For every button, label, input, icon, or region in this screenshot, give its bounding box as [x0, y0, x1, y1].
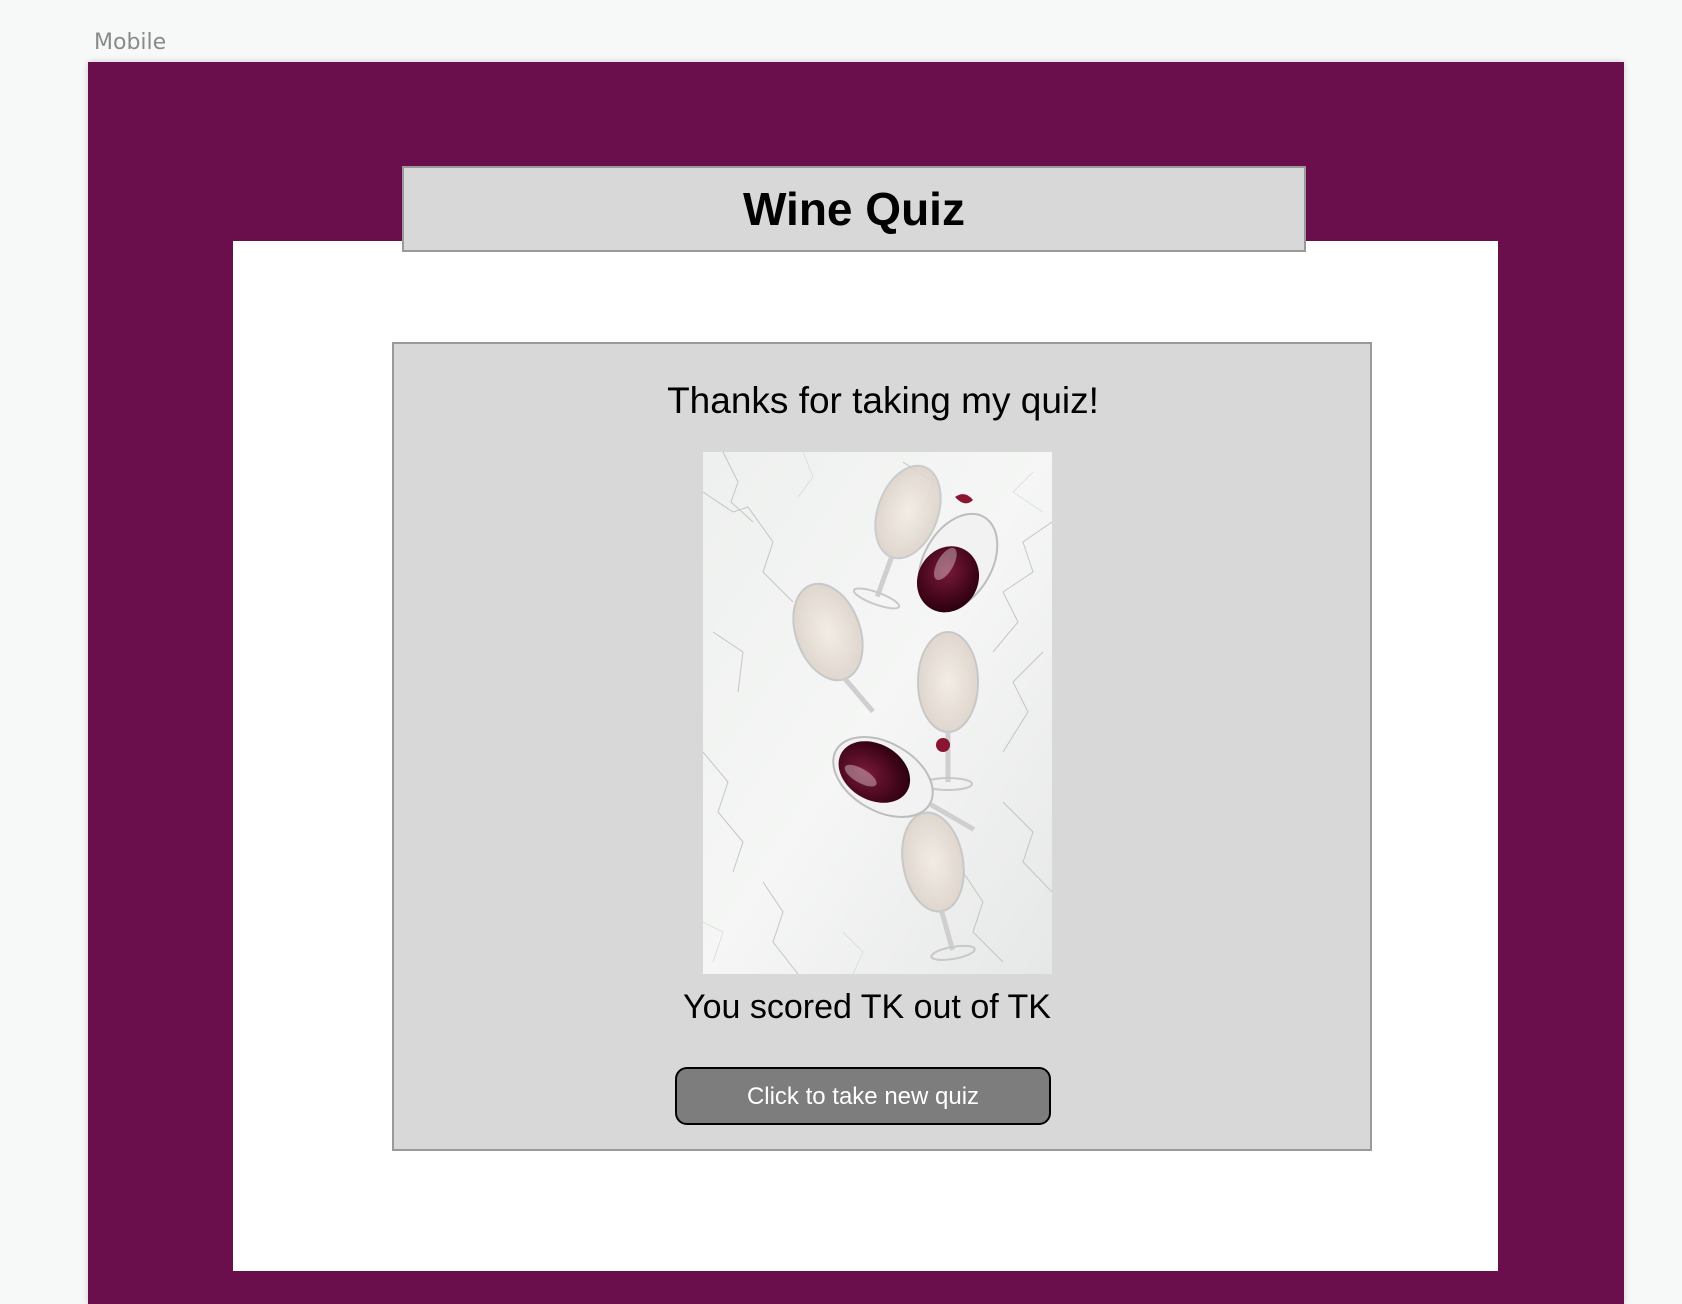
- thanks-message: Thanks for taking my quiz!: [667, 380, 1099, 421]
- title-bar: Wine Quiz: [402, 166, 1306, 252]
- results-card: Thanks for taking my quiz! You scored TK…: [392, 342, 1372, 1151]
- score-text: You scored TK out of TK: [683, 988, 1051, 1026]
- page-title: Wine Quiz: [743, 183, 965, 235]
- take-new-quiz-button[interactable]: Click to take new quiz: [675, 1067, 1051, 1125]
- wine-glasses-photo: [703, 452, 1052, 974]
- mobile-artboard: Wine Quiz Thanks for taking my quiz! You…: [88, 62, 1624, 1304]
- artboard-label: Mobile: [94, 30, 167, 55]
